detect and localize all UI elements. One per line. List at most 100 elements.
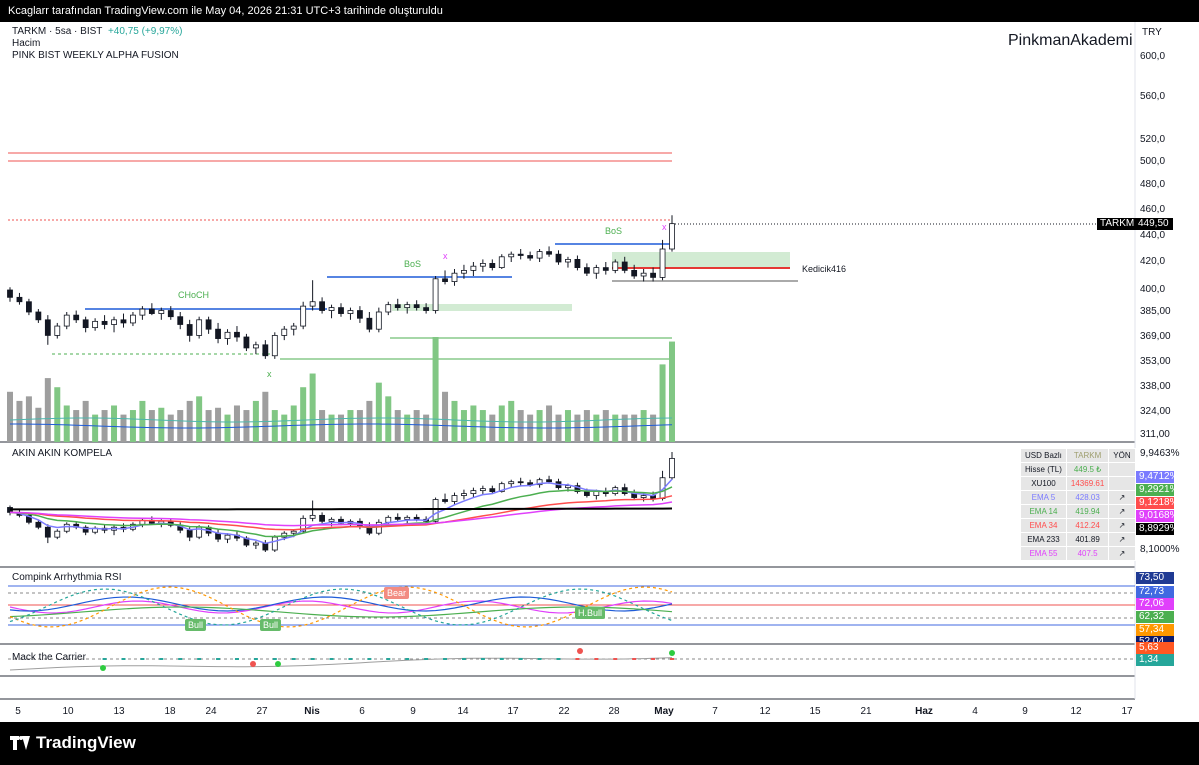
volume-bar bbox=[139, 400, 146, 442]
candle-body bbox=[394, 304, 401, 308]
ema-table-row: EMA 233 401.89 ↗ bbox=[1020, 532, 1136, 547]
pane2-candle bbox=[63, 523, 70, 532]
carrier-hist bbox=[480, 658, 485, 660]
symbol-label[interactable]: TARKM · 5sa · BIST bbox=[12, 26, 102, 37]
carrier-hist bbox=[651, 658, 656, 660]
volume-bar bbox=[63, 405, 70, 442]
carrier-hist bbox=[499, 658, 504, 660]
carrier-hist bbox=[329, 658, 334, 660]
price-tick-label: 460,0 bbox=[1140, 204, 1166, 215]
ema-table-dir: ↗ bbox=[1108, 490, 1136, 505]
indicator-label[interactable]: PINK BIST WEEKLY ALPHA FUSION bbox=[12, 50, 182, 62]
candle-body bbox=[139, 308, 146, 316]
price-tick-label: 311,00 bbox=[1140, 429, 1170, 440]
candle-body bbox=[215, 328, 221, 339]
pane4-title[interactable]: Mack the Carrier bbox=[12, 652, 86, 663]
volume-bar bbox=[669, 341, 675, 442]
candle-body bbox=[35, 311, 42, 321]
time-tick-label: 17 bbox=[1121, 706, 1133, 717]
carrier-hist bbox=[556, 658, 561, 660]
candle-body bbox=[130, 314, 136, 324]
ema-table-name: EMA 233 bbox=[1020, 532, 1067, 547]
pane2-title[interactable]: AKIN AKIN KOMPELA bbox=[12, 448, 112, 459]
candle-body bbox=[565, 258, 571, 263]
volume-bar bbox=[593, 414, 600, 442]
pane2-candle bbox=[309, 514, 316, 519]
tradingview-logo-icon bbox=[10, 736, 30, 750]
volume-bar bbox=[16, 400, 23, 442]
pane2-candle bbox=[583, 491, 590, 496]
carrier-hist bbox=[140, 658, 145, 660]
candle-body bbox=[300, 305, 307, 327]
time-tick-label: 24 bbox=[205, 706, 217, 717]
candle-body bbox=[602, 267, 609, 271]
volume-bar bbox=[92, 414, 99, 442]
volume-bar bbox=[158, 407, 165, 442]
candle-body bbox=[92, 320, 99, 329]
pane2-axis-top: 9,9463% bbox=[1140, 448, 1180, 459]
candle-body bbox=[101, 320, 108, 325]
pane3-title[interactable]: Compink Arrhythmia RSI bbox=[12, 572, 121, 583]
candle-body bbox=[82, 319, 89, 329]
pane2-candle bbox=[375, 521, 382, 534]
time-tick-label: 28 bbox=[608, 706, 620, 717]
price-tick-label: 353,00 bbox=[1140, 356, 1171, 367]
time-tick-label: 5 bbox=[15, 706, 21, 717]
ema-table-dir bbox=[1108, 476, 1136, 491]
table-header-cell: TARKM bbox=[1065, 448, 1110, 463]
pane2-candle bbox=[508, 481, 515, 485]
volume-bar bbox=[309, 373, 316, 442]
price-tick-label: 600,0 bbox=[1140, 51, 1166, 62]
candle-body bbox=[583, 267, 590, 274]
volume-bar bbox=[205, 410, 212, 442]
table-header-cell: USD Bazlı bbox=[1020, 448, 1067, 463]
ema-table-row: EMA 34 412.24 ↗ bbox=[1020, 518, 1136, 533]
carrier-signal-dot bbox=[100, 665, 106, 671]
volume-bar bbox=[7, 391, 13, 442]
candle-body bbox=[574, 258, 581, 268]
candle-body bbox=[640, 272, 647, 277]
axis-value-tag: 9,1218% bbox=[1136, 497, 1178, 509]
ema-table-header: USD Bazlı TARKM YÖN bbox=[1020, 448, 1136, 463]
carrier-hist bbox=[575, 658, 580, 660]
volume-bar bbox=[290, 405, 297, 442]
carrier-hist bbox=[102, 658, 107, 660]
table-header-cell: YÖN bbox=[1108, 448, 1136, 463]
carrier-signal-dot bbox=[669, 650, 675, 656]
pane2-candle bbox=[517, 481, 524, 484]
pane2-candle bbox=[394, 516, 401, 520]
volume-bar bbox=[262, 391, 269, 442]
bos-label-1: BoS bbox=[404, 259, 422, 269]
header-credit: Kcaglarr tarafından TradingView.com ile … bbox=[0, 0, 1199, 22]
marker-x-2: x bbox=[662, 222, 667, 232]
volume-bar bbox=[224, 414, 231, 442]
axis-value-tag: 72,73 bbox=[1136, 586, 1174, 598]
volume-bar bbox=[243, 410, 250, 442]
tradingview-logo[interactable]: TradingView bbox=[10, 733, 136, 753]
price-tick-label: 385,00 bbox=[1140, 306, 1171, 317]
volume-bar bbox=[432, 337, 439, 442]
chart-area[interactable]: TARKM · 5sa · BIST +40,75 (+9,97%) Hacim… bbox=[0, 22, 1199, 722]
carrier-hist bbox=[670, 658, 674, 660]
axis-value-tag: 57,34 bbox=[1136, 624, 1174, 636]
time-tick-label: 14 bbox=[457, 706, 469, 717]
candle-body bbox=[461, 269, 467, 274]
ema-table-value: 412.24 bbox=[1065, 518, 1110, 533]
pane2-candle bbox=[404, 516, 411, 520]
candle-body bbox=[385, 304, 392, 313]
ema-table-name: EMA 5 bbox=[1020, 490, 1067, 505]
candle-body bbox=[593, 267, 600, 274]
carrier-signal-dot bbox=[275, 661, 281, 667]
volume-label[interactable]: Hacim bbox=[12, 38, 182, 50]
ema-table-row: EMA 55 407.5 ↗ bbox=[1020, 546, 1136, 561]
volume-bar bbox=[489, 414, 496, 442]
candle-body bbox=[612, 261, 619, 271]
pane2-candle bbox=[186, 529, 193, 538]
ema-table-row: EMA 5 428.03 ↗ bbox=[1020, 490, 1136, 505]
volume-bar bbox=[413, 410, 420, 442]
ema-table-name: XU100 bbox=[1020, 476, 1067, 491]
ema-table-value: 449.5 ₺ bbox=[1065, 462, 1110, 477]
candle-body bbox=[536, 251, 543, 259]
carrier-hist bbox=[424, 658, 429, 660]
price-tick-label: 420,0 bbox=[1140, 256, 1166, 267]
